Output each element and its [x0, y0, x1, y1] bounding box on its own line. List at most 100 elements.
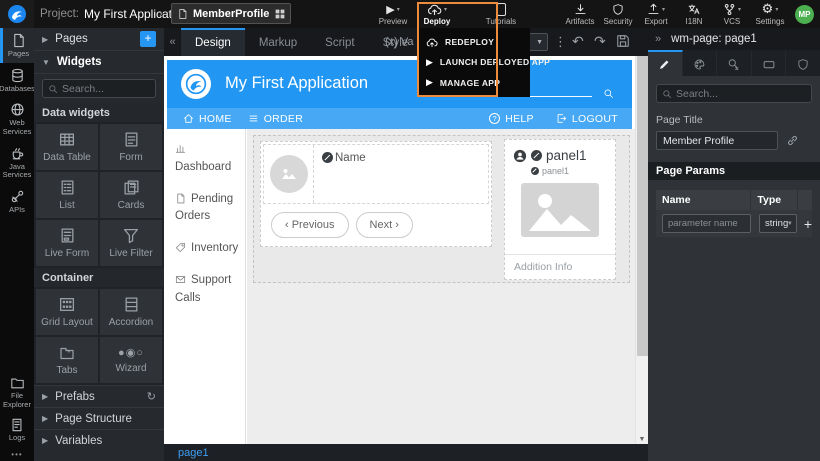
preview-button[interactable]: ▶▾ Preview — [370, 2, 416, 26]
app-header: My First Application — [167, 60, 632, 108]
widget-tile-tabs[interactable]: Tabs — [36, 337, 98, 383]
rail-item-file-explorer[interactable]: File Explorer — [0, 371, 34, 413]
rail-item-web-services[interactable]: Web Services — [0, 97, 34, 140]
grid-icon[interactable] — [275, 9, 285, 19]
security-button[interactable]: Security — [601, 2, 635, 26]
rail-item-pages[interactable]: Pages — [0, 28, 34, 63]
more-options-icon[interactable]: ••• — [0, 450, 34, 459]
next-button[interactable]: Next › — [356, 212, 413, 238]
top-bar: Project: My First Application › MemberPr… — [0, 0, 820, 28]
vcs-button[interactable]: ▾ VCS — [715, 2, 749, 26]
variables-section[interactable]: ▶ Variables — [34, 429, 164, 451]
tab-script[interactable]: Script — [311, 28, 368, 56]
grid-layout-icon — [58, 296, 76, 313]
person-icon — [513, 149, 527, 163]
tab-device[interactable] — [752, 50, 787, 76]
widget-tile-cards[interactable]: Cards — [100, 172, 162, 218]
properties-search — [656, 84, 812, 103]
rail-item-label: Pages — [8, 50, 29, 59]
widgets-section-header[interactable]: ▼ Widgets — [34, 51, 164, 74]
user-avatar[interactable]: MP — [795, 5, 814, 24]
widget-search-input[interactable] — [62, 83, 150, 95]
add-page-button[interactable]: + — [140, 31, 156, 47]
undo-icon[interactable]: ↶ — [572, 33, 584, 50]
nav-item-home[interactable]: HOME — [183, 113, 232, 125]
widget-tile-wizard[interactable]: ●◉○ Wizard — [100, 337, 162, 383]
wavemaker-logo[interactable] — [0, 0, 34, 28]
rail-item-databases[interactable]: Databases — [0, 63, 34, 98]
palette-icon — [693, 58, 706, 71]
param-type-select[interactable]: string ▼ — [759, 214, 797, 233]
param-name-input[interactable] — [662, 214, 751, 233]
widget-tile-list[interactable]: List — [36, 172, 98, 218]
sidebar-item-dashboard[interactable]: Dashboard — [175, 141, 239, 177]
pages-section-label: Pages — [55, 33, 88, 45]
pages-section-header[interactable]: ▶ Pages + — [34, 28, 164, 51]
upload-icon — [647, 3, 660, 16]
prefabs-section[interactable]: ▶ Prefabs ↻ — [34, 385, 164, 407]
widget-tile-live-form[interactable]: Live Form — [36, 220, 98, 266]
menu-item-manage-app[interactable]: ▶ MANAGE APP — [417, 73, 530, 93]
sidebar-item-pending-orders[interactable]: Pending Orders — [175, 191, 239, 227]
kebab-menu-icon[interactable]: ⋮ — [554, 34, 567, 50]
list-item[interactable]: Name — [263, 144, 489, 204]
deploy-button[interactable]: ▾ Deploy — [414, 2, 460, 26]
widget-tile-form[interactable]: Form — [100, 124, 162, 170]
prefabs-label: Prefabs — [55, 391, 95, 403]
export-button[interactable]: ▾ Export — [639, 2, 673, 26]
artifacts-button[interactable]: Artifacts — [563, 2, 597, 26]
widget-tile-grid-layout[interactable]: Grid Layout — [36, 289, 98, 335]
widget-tile-accordion[interactable]: Accordion — [100, 289, 162, 335]
tab-styles[interactable] — [683, 50, 718, 76]
sidebar-item-inventory[interactable]: Inventory — [175, 240, 239, 258]
bind-link-icon[interactable] — [786, 134, 799, 147]
properties-panel-tabs — [648, 50, 820, 76]
rail-item-logs[interactable]: Logs — [0, 413, 34, 447]
scroll-down-arrow-icon[interactable]: ▼ — [636, 436, 648, 443]
properties-search-input[interactable] — [676, 88, 806, 100]
tab-markup[interactable]: Markup — [245, 28, 311, 56]
widget-tile-data-table[interactable]: Data Table — [36, 124, 98, 170]
redo-icon[interactable]: ↷ — [594, 33, 606, 50]
page-content-container[interactable]: Name ‹ Previous Next › panel1 — [253, 135, 630, 283]
previous-button[interactable]: ‹ Previous — [271, 212, 349, 238]
page-structure-label: Page Structure — [55, 413, 132, 425]
save-icon[interactable] — [616, 34, 630, 48]
tab-inspect[interactable] — [717, 50, 752, 76]
rail-item-apis[interactable]: APIs — [0, 184, 34, 219]
nav-item-logout[interactable]: LOGOUT — [556, 113, 618, 125]
canvas-scrollbar[interactable]: ▼ — [635, 56, 648, 444]
tab-security[interactable] — [786, 50, 820, 76]
add-param-button[interactable]: + — [804, 216, 812, 232]
variables-button[interactable]: (x) Va — [385, 28, 414, 56]
expand-panel-icon[interactable]: » — [655, 33, 661, 45]
nav-item-help[interactable]: ? HELP — [489, 113, 534, 125]
refresh-icon[interactable]: ↻ — [147, 390, 156, 403]
widget-tile-live-filter[interactable]: Live Filter — [100, 220, 162, 266]
tab-design[interactable]: Design — [181, 28, 245, 56]
page-title-input[interactable] — [656, 131, 778, 150]
i18n-label: I18N — [686, 17, 703, 26]
i18n-button[interactable]: I18N — [677, 2, 711, 26]
rail-item-java-services[interactable]: Java Services — [0, 141, 34, 184]
settings-button[interactable]: ⚙▾ Settings — [753, 2, 787, 26]
tab-properties[interactable] — [648, 50, 683, 76]
data-widgets-header: Data widgets — [34, 103, 164, 122]
page-tab-memberprofile[interactable]: MemberProfile — [171, 3, 291, 24]
menu-item-launch-deployed-app[interactable]: ▶ LAUNCH DEPLOYED APP — [417, 52, 530, 72]
collapse-left-panel-icon[interactable]: « — [164, 28, 181, 56]
database-icon — [10, 68, 25, 83]
panel-widget[interactable]: panel1 panel1 Addition Info — [504, 139, 616, 280]
sidebar-item-support-calls[interactable]: Support Calls — [175, 272, 239, 308]
search-icon[interactable] — [603, 88, 614, 99]
panel-header: panel1 — [505, 140, 615, 163]
menu-item-redeploy[interactable]: REDEPLOY — [417, 32, 530, 52]
nav-item-order[interactable]: ORDER — [248, 113, 303, 125]
scrollbar-thumb[interactable] — [637, 56, 648, 356]
properties-panel-header: » wm-page: page1 — [648, 28, 820, 50]
page-structure-section[interactable]: ▶ Page Structure — [34, 407, 164, 429]
list-widget[interactable]: Name ‹ Previous Next › — [260, 141, 492, 247]
open-page-tab[interactable]: page1 — [178, 447, 209, 459]
page-params-header: Page Params — [648, 162, 820, 180]
tutorials-button[interactable]: Tutorials — [478, 2, 524, 26]
